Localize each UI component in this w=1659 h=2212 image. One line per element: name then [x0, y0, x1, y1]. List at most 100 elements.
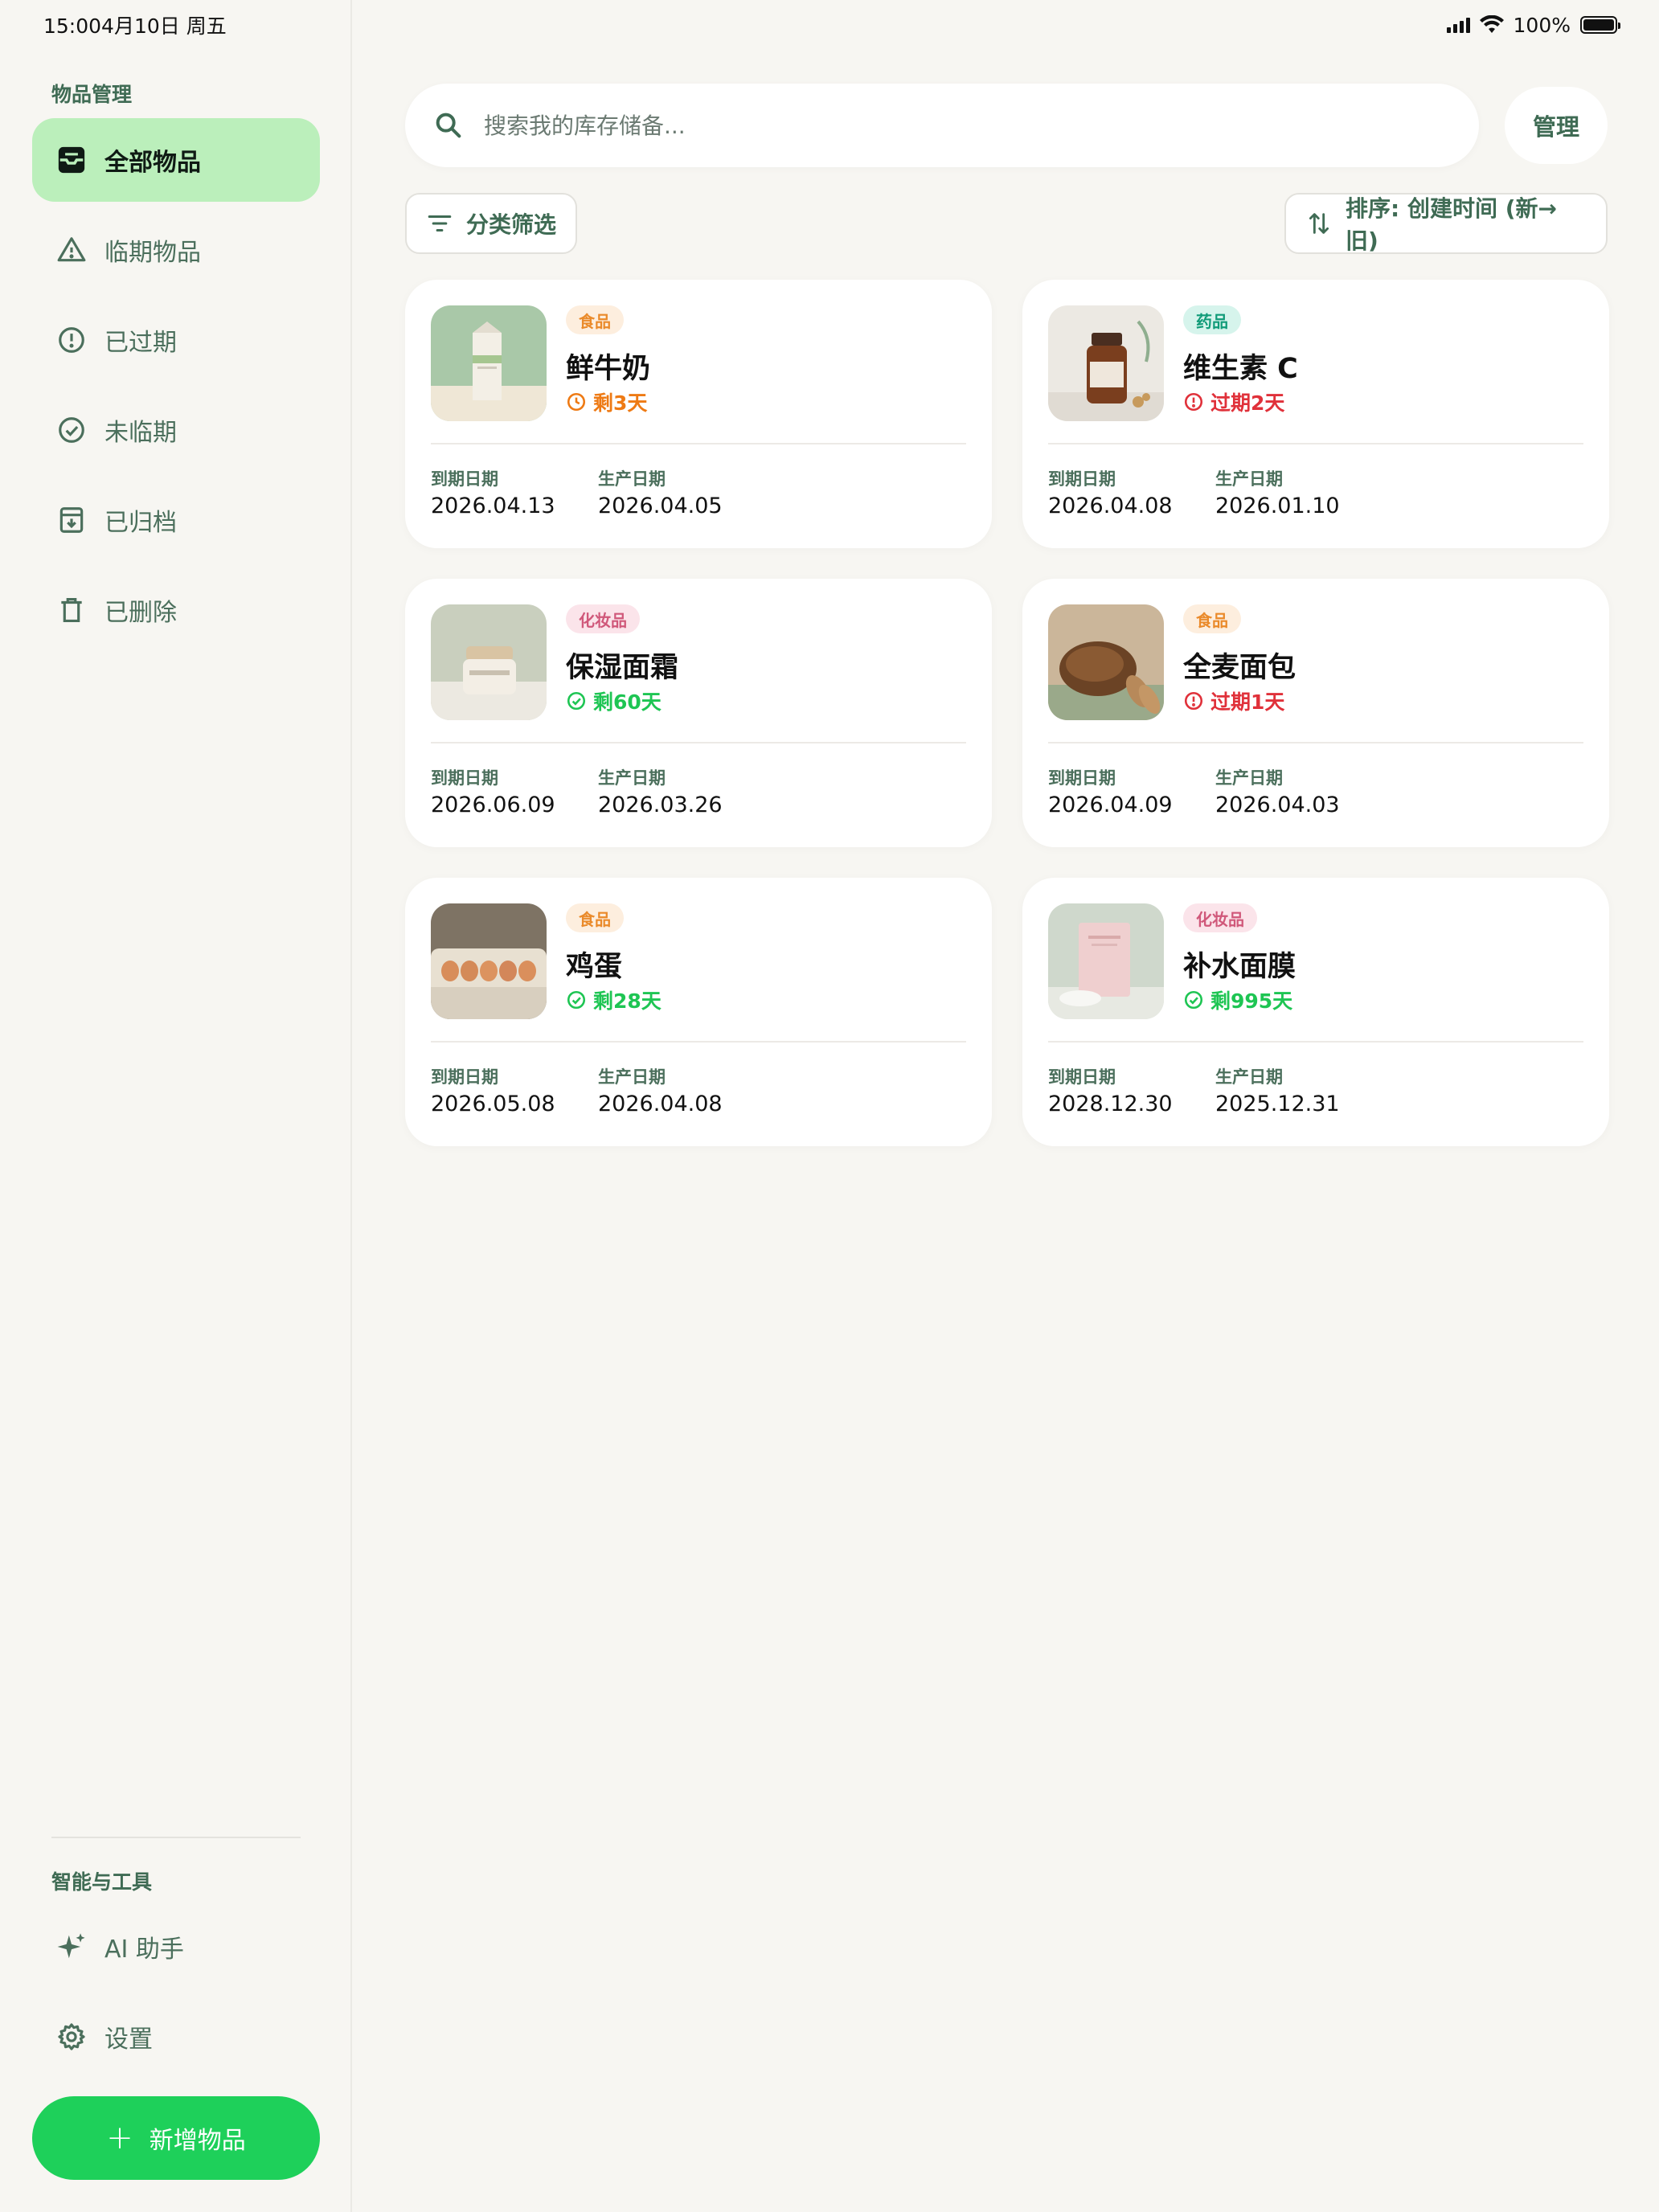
production-label: 生产日期	[598, 469, 666, 489]
production-label: 生产日期	[598, 1067, 666, 1087]
sort-label: 排序: 创建时间 (新→旧)	[1346, 195, 1557, 254]
search-input[interactable]	[484, 112, 1288, 139]
expiry-label: 到期日期	[1048, 1067, 1116, 1087]
sidebar-item-label: 已归档	[104, 509, 177, 537]
category-tag: 食品	[566, 305, 624, 334]
item-card[interactable]: 化妆品 补水面膜 剩995天 到期日期 2028.12.30 生产日期 2025…	[1022, 878, 1609, 1146]
remaining-status: 过期2天	[1183, 387, 1284, 416]
status-bar: 15:004月10日 周五 100%	[0, 0, 1659, 50]
status-date: 4月10日 周五	[101, 14, 227, 38]
section-label-smart-tools: 智能与工具	[51, 1870, 153, 1894]
expiry-label: 到期日期	[431, 1067, 498, 1087]
search-icon	[436, 113, 461, 138]
card-divider	[1048, 1041, 1583, 1043]
item-card[interactable]: 食品 全麦面包 过期1天 到期日期 2026.04.09 生产日期 2026.0…	[1022, 579, 1609, 847]
item-card[interactable]: 食品 鸡蛋 剩28天 到期日期 2026.05.08 生产日期 2026.04.…	[405, 878, 992, 1146]
expiry-label: 到期日期	[431, 469, 498, 489]
category-tag: 食品	[566, 903, 624, 932]
status-indicators: 100%	[1446, 13, 1620, 37]
item-thumbnail	[1048, 305, 1164, 421]
remaining-status: 剩60天	[566, 686, 662, 715]
sort-button[interactable]: 排序: 创建时间 (新→旧)	[1284, 193, 1608, 254]
sidebar-item-label: AI 助手	[104, 1936, 184, 1964]
production-label: 生产日期	[1215, 469, 1283, 489]
expiry-date: 2026.05.08	[431, 1092, 555, 1116]
sidebar-item-label: 已过期	[104, 329, 177, 357]
item-card[interactable]: 药品 维生素 C 过期2天 到期日期 2026.04.08 生产日期 2026.…	[1022, 280, 1609, 548]
sidebar-item-deleted[interactable]: 已删除	[32, 568, 320, 652]
sidebar: 物品管理 全部物品 临期物品 已过期 未临期 已归档 已删除 智能与工具 AI …	[0, 0, 352, 2212]
remaining-text: 剩3天	[593, 391, 648, 415]
remaining-text: 过期1天	[1210, 690, 1285, 714]
item-name: 保湿面霜	[566, 652, 679, 684]
warning-triangle-icon	[57, 237, 86, 262]
category-tag: 食品	[1183, 604, 1241, 633]
add-item-button[interactable]: + 新增物品	[32, 2096, 320, 2180]
remaining-text: 过期2天	[1210, 391, 1285, 415]
category-tag: 药品	[1183, 305, 1241, 334]
sidebar-item-archived[interactable]: 已归档	[32, 478, 320, 562]
sidebar-item-label: 设置	[104, 2026, 153, 2054]
add-item-label: 新增物品	[149, 2127, 246, 2155]
expiry-label: 到期日期	[1048, 469, 1116, 489]
production-date: 2026.04.05	[598, 494, 723, 518]
sidebar-item-ai-assistant[interactable]: AI 助手	[32, 1905, 320, 1989]
check-circle-icon	[567, 691, 586, 711]
item-thumbnail	[431, 604, 547, 720]
production-date: 2026.01.10	[1215, 494, 1340, 518]
sidebar-item-expired[interactable]: 已过期	[32, 298, 320, 382]
card-divider	[431, 443, 966, 444]
sort-arrows-icon	[1309, 213, 1329, 234]
alert-circle-icon	[59, 327, 84, 353]
item-name: 鸡蛋	[566, 951, 623, 983]
sidebar-item-not-near-expiry[interactable]: 未临期	[32, 388, 320, 472]
signal-icon	[1446, 17, 1470, 33]
check-circle-icon	[1184, 990, 1203, 1010]
expiry-date: 2026.04.09	[1048, 793, 1173, 817]
sidebar-item-label: 临期物品	[104, 239, 201, 267]
remaining-status: 剩28天	[566, 985, 662, 1014]
sidebar-item-all-items[interactable]: 全部物品	[32, 118, 320, 202]
alert-circle-icon	[1184, 392, 1203, 412]
archive-icon	[59, 507, 84, 533]
remaining-text: 剩60天	[593, 690, 662, 714]
item-thumbnail	[431, 903, 547, 1019]
clock-icon	[567, 392, 586, 412]
filter-label: 分类筛选	[466, 211, 557, 238]
plus-icon: +	[106, 2120, 133, 2157]
search-bar[interactable]	[405, 84, 1479, 167]
item-name: 补水面膜	[1183, 951, 1296, 983]
expiry-label: 到期日期	[1048, 768, 1116, 788]
sparkle-icon	[57, 1933, 85, 1959]
filter-icon	[428, 215, 452, 232]
item-thumbnail	[431, 305, 547, 421]
expiry-date: 2026.04.13	[431, 494, 555, 518]
expiry-date: 2026.04.08	[1048, 494, 1173, 518]
expiry-date: 2028.12.30	[1048, 1092, 1173, 1116]
production-label: 生产日期	[1215, 768, 1283, 788]
gear-icon	[58, 2023, 85, 2050]
production-date: 2026.03.26	[598, 793, 723, 817]
category-filter-button[interactable]: 分类筛选	[405, 193, 577, 254]
remaining-status: 剩995天	[1183, 985, 1292, 1014]
production-label: 生产日期	[1215, 1067, 1283, 1087]
status-datetime: 15:004月10日 周五	[43, 10, 227, 39]
item-card[interactable]: 化妆品 保湿面霜 剩60天 到期日期 2026.06.09 生产日期 2026.…	[405, 579, 992, 847]
remaining-status: 剩3天	[566, 387, 647, 416]
production-date: 2025.12.31	[1215, 1092, 1340, 1116]
item-name: 全麦面包	[1183, 652, 1296, 684]
sidebar-item-near-expiry[interactable]: 临期物品	[32, 208, 320, 292]
sidebar-item-settings[interactable]: 设置	[32, 1995, 320, 2079]
item-thumbnail	[1048, 903, 1164, 1019]
expiry-date: 2026.06.09	[431, 793, 555, 817]
sidebar-divider	[51, 1837, 301, 1838]
item-name: 维生素 C	[1183, 353, 1298, 385]
card-divider	[431, 742, 966, 743]
manage-button[interactable]: 管理	[1505, 87, 1608, 164]
sidebar-item-label: 全部物品	[104, 149, 201, 177]
section-label-item-management: 物品管理	[51, 83, 133, 106]
battery-percent: 100%	[1513, 13, 1571, 37]
check-circle-icon	[567, 990, 586, 1010]
item-card[interactable]: 食品 鲜牛奶 剩3天 到期日期 2026.04.13 生产日期 2026.04.…	[405, 280, 992, 548]
expiry-label: 到期日期	[431, 768, 498, 788]
